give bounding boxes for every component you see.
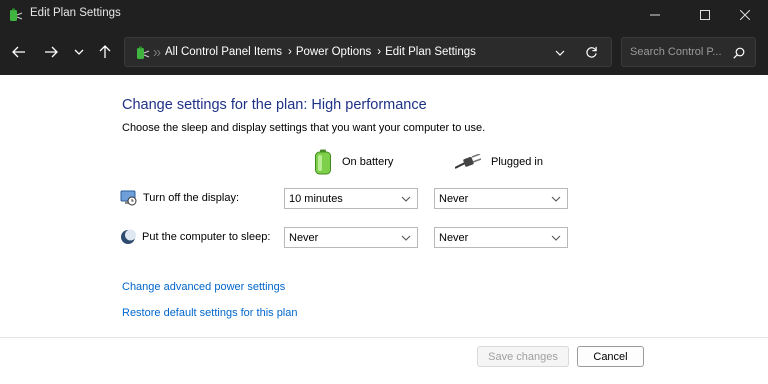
search-input[interactable]: Search Control P...	[630, 46, 722, 58]
row-label-display: Turn off the display:	[143, 192, 239, 204]
window-title: Edit Plan Settings	[30, 7, 121, 19]
sleep-moon-icon	[121, 229, 136, 244]
arrow-left-icon	[12, 46, 25, 58]
up-button[interactable]	[94, 41, 116, 63]
save-changes-button[interactable]: Save changes	[477, 346, 569, 367]
main-content: Change settings for the plan: High perfo…	[0, 75, 768, 384]
breadcrumb-item-edit-plan-settings[interactable]: Edit Plan Settings	[385, 46, 476, 58]
battery-icon	[315, 149, 331, 175]
chevron-right-icon[interactable]: ›	[288, 46, 292, 58]
column-label-plugged: Plugged in	[491, 156, 543, 168]
chevron-double-right-icon	[153, 49, 161, 57]
chevron-right-icon[interactable]: ›	[377, 46, 381, 58]
breadcrumb-item-power-options[interactable]: Power Options	[296, 46, 371, 58]
monitor-clock-icon	[120, 190, 137, 206]
chevron-down-icon	[551, 235, 561, 241]
navigation-bar: All Control Panel Items › Power Options › Ed…	[0, 29, 768, 75]
display-plugged-select[interactable]: Never	[434, 188, 568, 209]
column-label-battery: On battery	[342, 156, 394, 168]
power-options-icon	[10, 8, 23, 21]
minimize-button[interactable]	[632, 0, 678, 29]
close-button[interactable]	[722, 0, 768, 29]
footer-bar: Save changes Cancel	[0, 337, 768, 384]
arrow-up-icon	[99, 45, 111, 58]
display-battery-select[interactable]: 10 minutes	[284, 188, 418, 209]
breadcrumb-item-all-control-panel-items[interactable]: All Control Panel Items	[165, 46, 282, 58]
address-bar[interactable]: All Control Panel Items › Power Options › Ed…	[124, 37, 612, 67]
display-plugged-value: Never	[439, 192, 469, 205]
chevron-down-icon	[401, 235, 411, 241]
chevron-down-icon[interactable]	[555, 48, 565, 58]
row-label-sleep: Put the computer to sleep:	[142, 231, 271, 243]
search-icon[interactable]	[733, 47, 745, 59]
column-header-battery: On battery	[314, 149, 393, 175]
power-plug-icon	[455, 154, 481, 169]
chevron-down-icon	[401, 196, 411, 202]
row-sleep: Put the computer to sleep:	[120, 227, 270, 247]
chevron-down-icon	[551, 196, 561, 202]
title-bar: Edit Plan Settings	[0, 0, 768, 29]
row-display: Turn off the display:	[120, 188, 239, 208]
sleep-plugged-select[interactable]: Never	[434, 227, 568, 248]
column-header-plugged: Plugged in	[455, 149, 543, 175]
control-panel-icon	[137, 46, 150, 59]
sleep-plugged-value: Never	[439, 231, 469, 244]
advanced-settings-link[interactable]: Change advanced power settings	[122, 281, 285, 293]
sleep-battery-value: Never	[289, 231, 319, 244]
search-box[interactable]: Search Control P...	[621, 37, 756, 67]
chevron-down-icon	[74, 49, 84, 55]
page-title: Change settings for the plan: High perfo…	[122, 97, 427, 113]
arrow-right-icon	[45, 46, 58, 58]
page-description: Choose the sleep and display settings th…	[122, 122, 486, 134]
close-icon	[740, 9, 750, 20]
breadcrumb: All Control Panel Items › Power Options › Ed…	[165, 46, 480, 58]
sleep-battery-select[interactable]: Never	[284, 227, 418, 248]
back-button[interactable]	[8, 41, 30, 63]
refresh-icon[interactable]	[585, 46, 598, 59]
maximize-icon	[700, 9, 710, 20]
display-battery-value: 10 minutes	[289, 192, 343, 205]
minimize-icon	[650, 14, 660, 15]
forward-button[interactable]	[40, 41, 62, 63]
recent-locations-button[interactable]	[68, 41, 90, 63]
cancel-button[interactable]: Cancel	[577, 346, 644, 367]
restore-defaults-link[interactable]: Restore default settings for this plan	[122, 307, 297, 319]
